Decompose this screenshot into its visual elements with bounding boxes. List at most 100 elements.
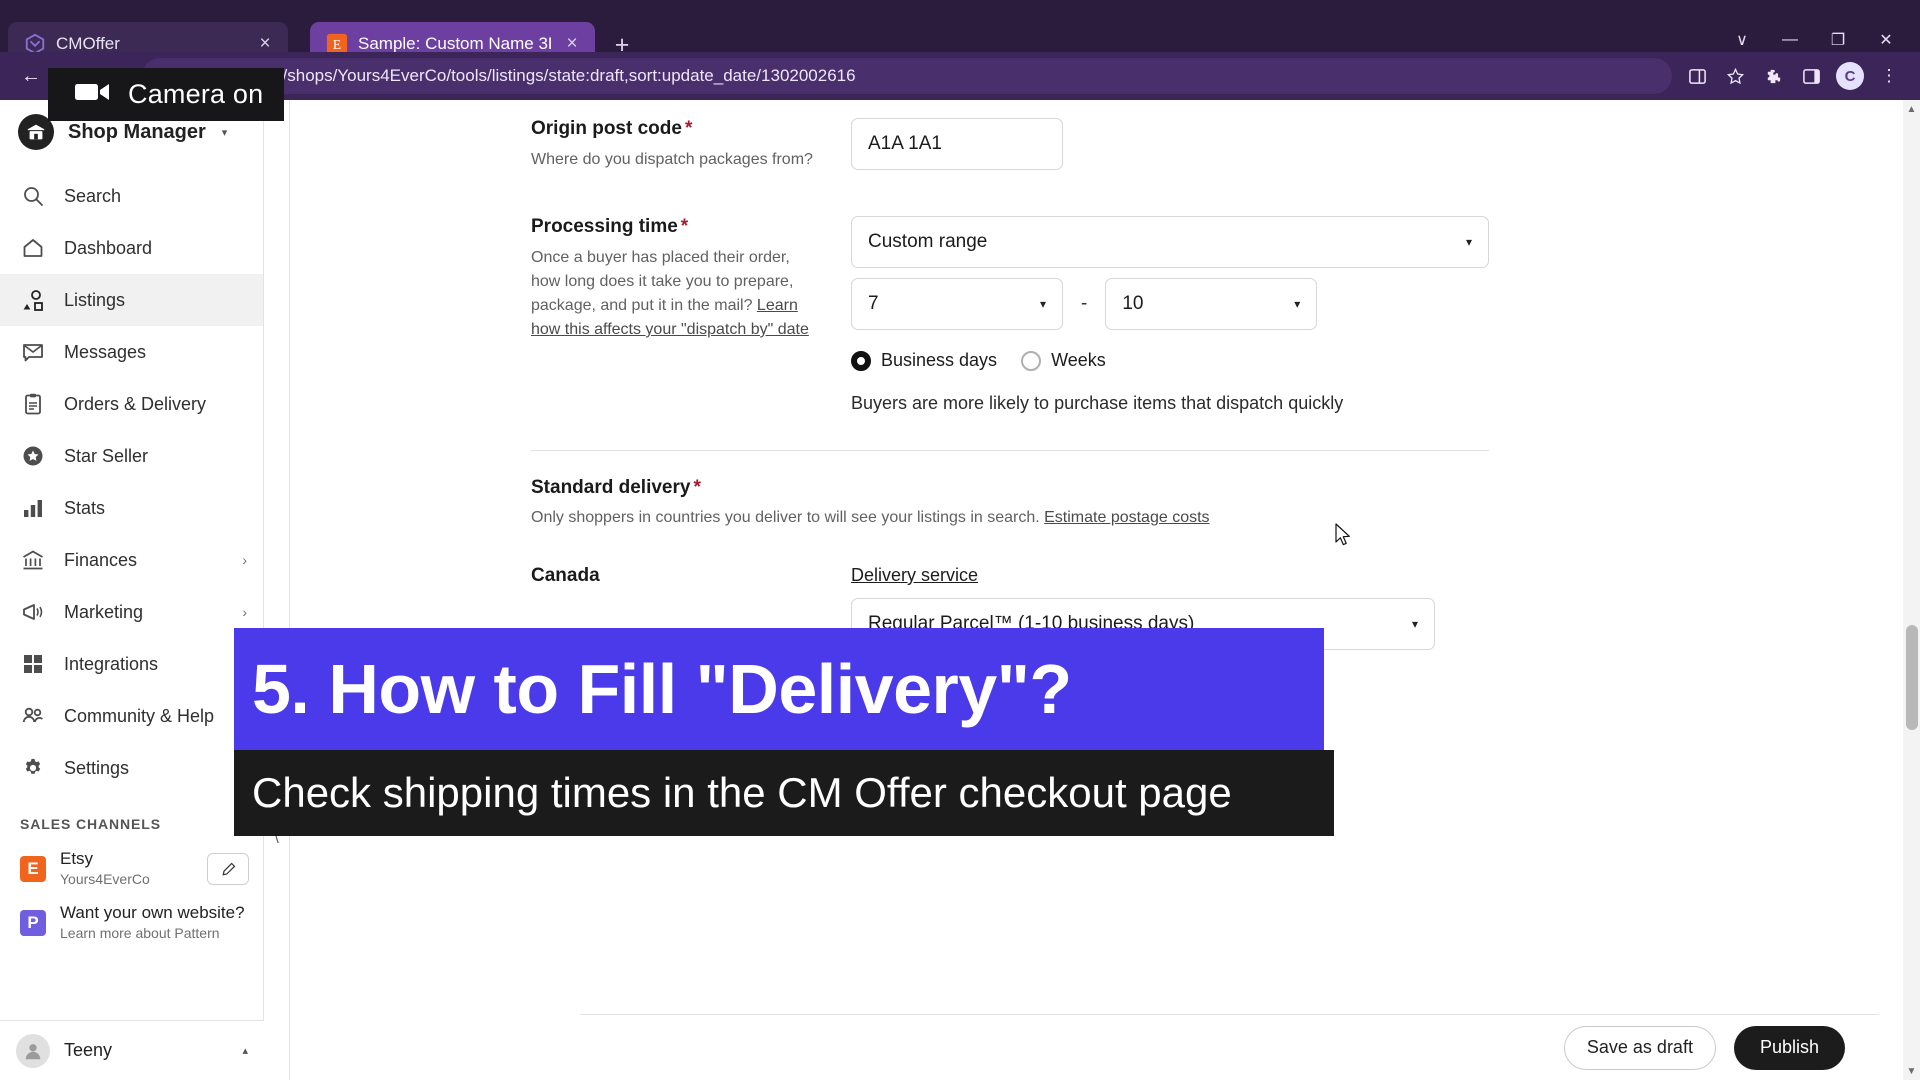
range-separator: - [1081, 293, 1088, 314]
etsy-channel-text: Etsy Yours4EverCo [60, 848, 193, 890]
sidebar-user-footer[interactable]: Teeny ▴ [0, 1020, 264, 1080]
sidebar-item-settings[interactable]: Settings › [0, 742, 263, 794]
etsy-page: Shop Manager ▾ Search Dashboard Listings… [0, 100, 1920, 1080]
sidebar-item-label: Dashboard [64, 237, 153, 258]
processing-time-mode-select[interactable]: Custom range ▾ [851, 216, 1489, 268]
sidebar-item-orders-delivery[interactable]: Orders & Delivery [0, 378, 263, 430]
chevron-up-icon[interactable]: ▴ [242, 1044, 248, 1057]
scrollbar-thumb[interactable] [1906, 625, 1918, 730]
chevron-right-icon: › [242, 552, 247, 568]
sidebar-panel-icon[interactable] [1794, 59, 1828, 93]
browser-toolbar: ← → ↻ etsy.com/your/shops/Yours4EverCo/t… [0, 52, 1920, 100]
sidebar-item-messages[interactable]: Messages [0, 326, 263, 378]
estimate-postage-costs-link[interactable]: Estimate postage costs [1044, 509, 1209, 526]
chevron-down-icon: ▾ [1294, 297, 1301, 311]
sidebar-item-community-help[interactable]: Community & Help › [0, 690, 263, 742]
pattern-channel-title: Want your own website? [60, 903, 245, 922]
listing-delivery-form: Origin post code * Where do you dispatch … [290, 100, 1896, 1080]
bank-icon [20, 547, 46, 573]
section-description: Only shoppers in countries you deliver t… [531, 509, 1751, 527]
sidebar-item-label: Marketing [64, 601, 144, 622]
sidebar-item-label: Integrations [64, 653, 159, 674]
sidebar-item-integrations[interactable]: Integrations [0, 638, 263, 690]
sales-channel-pattern[interactable]: P Want your own website? Learn more abou… [0, 896, 263, 950]
field-title-text: Origin post code [531, 118, 682, 139]
field-title-text: Processing time [531, 216, 678, 237]
user-avatar-icon [16, 1033, 50, 1068]
publish-button[interactable]: Publish [1733, 1025, 1845, 1070]
sales-channel-etsy[interactable]: E Etsy Yours4EverCo [0, 842, 263, 896]
required-asterisk: * [680, 216, 689, 237]
section-title-text: Standard delivery [531, 477, 691, 498]
sidebar-item-finances[interactable]: Finances › [0, 534, 263, 586]
video-caption-subtitle: Check shipping times in the CM Offer che… [234, 750, 1334, 836]
svg-text:E: E [333, 37, 341, 52]
section-divider [531, 450, 1489, 451]
split-screen-icon[interactable] [1680, 59, 1714, 93]
sidebar-item-marketing[interactable]: Marketing › [0, 586, 263, 638]
section-description-text: Only shoppers in countries you deliver t… [531, 509, 1045, 526]
scroll-up-icon[interactable]: ▲ [1905, 102, 1918, 116]
address-bar[interactable]: etsy.com/your/shops/Yours4EverCo/tools/l… [142, 58, 1672, 94]
field-description: Where do you dispatch packages from? [531, 151, 813, 168]
required-asterisk: * [684, 118, 693, 139]
video-camera-icon [72, 79, 112, 110]
section-title: Standard delivery * [531, 477, 1751, 499]
origin-post-code-input[interactable]: A1A 1A1 [851, 118, 1063, 170]
processing-time-min-value: 7 [868, 293, 879, 314]
radio-selected-icon[interactable] [851, 350, 871, 371]
grid-squares-icon [20, 651, 46, 677]
radio-weeks[interactable]: Weeks [1021, 350, 1106, 371]
processing-time-max-value: 10 [1122, 293, 1144, 314]
scroll-down-icon[interactable]: ▼ [1905, 1064, 1918, 1078]
chevron-down-icon: ▾ [221, 126, 228, 139]
radio-label: Weeks [1051, 350, 1106, 370]
sidebar-item-label: Messages [64, 341, 147, 362]
processing-time-min-select[interactable]: 7 ▾ [851, 278, 1063, 330]
tab-title: Sample: Custom Name 3D Jewelr [358, 33, 551, 53]
field-processing-time: Processing time * Once a buyer has placed… [531, 172, 1751, 414]
people-icon [20, 703, 46, 729]
save-as-draft-button[interactable]: Save as draft [1563, 1025, 1716, 1070]
browser-toolbar-actions: C ⋮ [1680, 59, 1906, 93]
sidebar-item-listings[interactable]: Listings [0, 274, 263, 326]
profile-avatar[interactable]: C [1836, 62, 1864, 90]
sidebar-item-label: Community & Help [64, 705, 215, 726]
page-scrollbar[interactable]: ▲ ▼ [1903, 100, 1920, 1080]
edit-shop-button[interactable] [207, 853, 249, 885]
field-origin-post-code: Origin post code * Where do you dispatch … [531, 100, 1751, 172]
shapes-icon [20, 287, 46, 313]
sidebar-collapse-rail: ⟨ [264, 100, 290, 1080]
gear-icon [20, 755, 46, 781]
sidebar-item-dashboard[interactable]: Dashboard [0, 222, 263, 274]
video-caption-title: 5. How to Fill "Delivery"? [234, 628, 1324, 750]
browser-menu-icon[interactable]: ⋮ [1872, 59, 1906, 93]
sidebar-item-star-seller[interactable]: Star Seller [0, 430, 263, 482]
video-caption-title-text: 5. How to Fill "Delivery"? [252, 650, 1072, 728]
field-title: Processing time * [531, 216, 821, 238]
mouse-cursor [1335, 523, 1352, 553]
sidebar-item-label: Orders & Delivery [64, 393, 207, 414]
etsy-shop-name: Yours4EverCo [60, 871, 150, 887]
required-asterisk: * [693, 477, 701, 498]
star-badge-icon [20, 443, 46, 469]
sidebar-item-stats[interactable]: Stats [0, 482, 263, 534]
field-title: Origin post code * [531, 118, 821, 140]
bar-chart-icon [20, 495, 46, 521]
pattern-channel-subtitle: Learn more about Pattern [60, 925, 220, 941]
radio-business-days[interactable]: Business days [851, 350, 997, 371]
camera-on-label: Camera on [128, 79, 264, 109]
bookmark-star-icon[interactable] [1718, 59, 1752, 93]
processing-time-hint: Buyers are more likely to purchase items… [851, 393, 1344, 413]
extensions-puzzle-icon[interactable] [1756, 59, 1790, 93]
field-label-column: Processing time * Once a buyer has placed… [531, 216, 851, 414]
pattern-channel-text: Want your own website? Learn more about … [60, 902, 249, 944]
field-description-text: Once a buyer has placed their order, how… [531, 249, 794, 314]
sidebar-item-search[interactable]: Search [0, 170, 263, 222]
processing-time-max-select[interactable]: 10 ▾ [1105, 278, 1318, 330]
radio-label: Business days [881, 350, 998, 370]
shop-manager-sidebar: Shop Manager ▾ Search Dashboard Listings… [0, 100, 264, 1080]
form-column: Origin post code * Where do you dispatch … [531, 100, 1751, 650]
back-icon[interactable]: ← [14, 59, 48, 93]
radio-unselected-icon[interactable] [1021, 350, 1042, 371]
